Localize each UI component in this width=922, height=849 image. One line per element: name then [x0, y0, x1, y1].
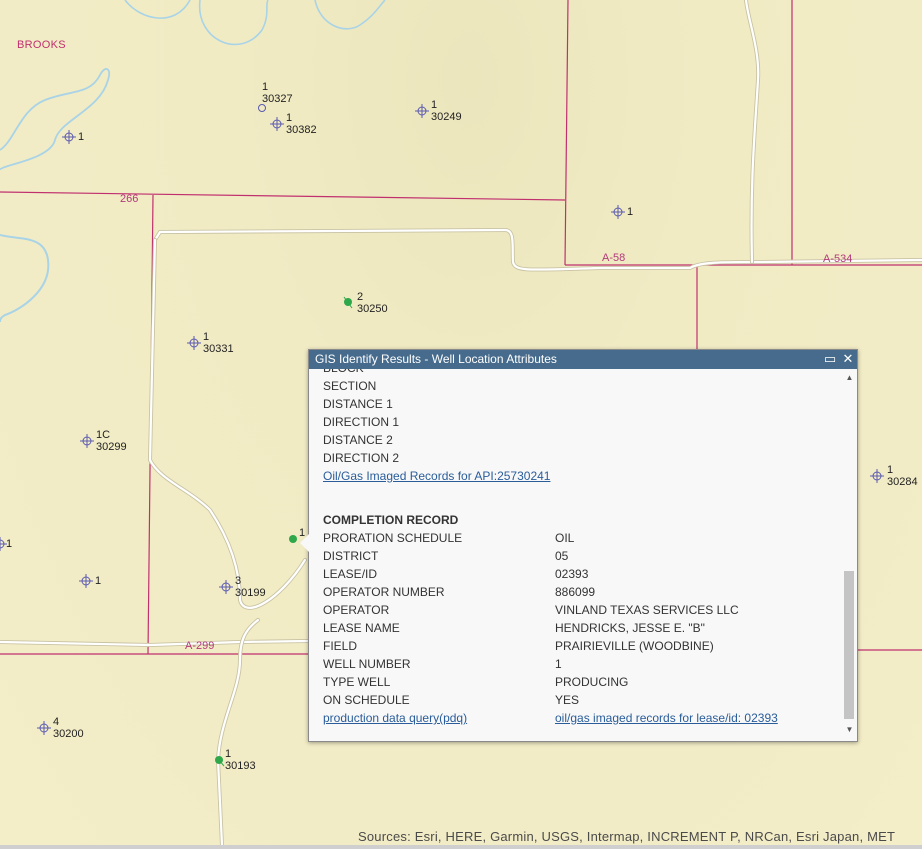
row-proration-schedule: PRORATION SCHEDULE OIL [323, 529, 574, 547]
well-number: 3 [235, 575, 242, 587]
popup-title: GIS Identify Results - Well Location Att… [315, 352, 557, 366]
road-label-a58: A-58 [602, 252, 626, 264]
row-value: HENDRICKS, JESSE E. "B" [555, 621, 705, 635]
row-type-well: TYPE WELL PRODUCING [323, 673, 628, 691]
row-label: WELL NUMBER [323, 657, 411, 671]
road-label-a299: A-299 [185, 640, 215, 652]
popup-scrollbar[interactable]: ▲ ▼ [843, 371, 855, 739]
well-number: 1 [225, 748, 232, 760]
well-label-30299[interactable]: 1C 30299 [96, 429, 127, 453]
row-label: OPERATOR NUMBER [323, 585, 445, 599]
imaged-records-api-link[interactable]: Oil/Gas Imaged Records for API:25730241 [323, 469, 550, 483]
row-field: FIELD PRAIRIEVILLE (WOODBINE) [323, 637, 714, 655]
well-number: 2 [357, 291, 364, 303]
field-direction-1: DIRECTION 1 [323, 415, 400, 429]
links-row: production data query(pdq) oil/gas image… [323, 709, 778, 727]
scroll-up-arrow-icon[interactable]: ▲ [845, 373, 854, 382]
well-number: 1 [627, 206, 634, 218]
well-label-nw[interactable]: 1 [78, 131, 84, 143]
row-label: ON SCHEDULE [323, 693, 410, 707]
well-number: 1C [96, 429, 111, 441]
well-api: 30331 [203, 343, 234, 355]
row-value: VINLAND TEXAS SERVICES LLC [555, 603, 739, 617]
well-number: 1 [95, 575, 102, 587]
row-value: PRAIRIEVILLE (WOODBINE) [555, 639, 714, 653]
well-api: 30193 [225, 760, 256, 772]
row-label: TYPE WELL [323, 675, 391, 689]
completion-record-header: COMPLETION RECORD [323, 513, 459, 527]
field-distance-2: DISTANCE 2 [323, 433, 393, 447]
well-api: 30250 [357, 303, 388, 315]
bottom-strip [0, 845, 922, 849]
map-attribution: Sources: Esri, HERE, Garmin, USGS, Inter… [358, 829, 896, 844]
row-on-schedule: ON SCHEDULE YES [323, 691, 579, 709]
well-api: 30299 [96, 441, 127, 453]
well-label-30331[interactable]: 1 30331 [203, 331, 234, 355]
town-label: BROOKS [17, 39, 66, 51]
maximize-icon[interactable]: ▭ [823, 352, 837, 366]
popup-titlebar[interactable]: GIS Identify Results - Well Location Att… [309, 350, 857, 369]
well-api: 30249 [431, 111, 462, 123]
well-number: 1 [6, 538, 13, 550]
well-number: 1 [262, 81, 269, 93]
row-label: FIELD [323, 639, 358, 653]
row-label: DISTRICT [323, 549, 379, 563]
row-value: YES [555, 693, 580, 707]
well-api: 30200 [53, 728, 84, 740]
well-label-sw[interactable]: 1 [95, 575, 101, 587]
row-value: 05 [555, 549, 569, 563]
row-label: LEASE/ID [323, 567, 378, 581]
row-label: OPERATOR [323, 603, 390, 617]
row-district: DISTRICT 05 [323, 547, 568, 565]
well-number: 1 [286, 112, 293, 124]
well-label-west-edge[interactable]: 1 [6, 538, 12, 550]
row-label: LEASE NAME [323, 621, 400, 635]
well-api: 30382 [286, 124, 317, 136]
field-direction-2: DIRECTION 2 [323, 451, 400, 465]
well-number: 1 [431, 99, 438, 111]
road-label-266: 266 [120, 193, 139, 205]
identify-results-popup[interactable]: GIS Identify Results - Well Location Att… [300, 349, 858, 742]
well-label-30382[interactable]: 1 30382 [286, 112, 317, 136]
well-api: 30327 [262, 93, 293, 105]
well-label-30327[interactable]: 1 30327 [262, 81, 293, 105]
well-label-ne[interactable]: 1 [627, 206, 633, 218]
scroll-down-arrow-icon[interactable]: ▼ [845, 725, 854, 734]
road-label-a534: A-534 [823, 253, 853, 265]
well-label-30200[interactable]: 4 30200 [53, 716, 84, 740]
well-number: 1 [203, 331, 210, 343]
row-lease-name: LEASE NAME HENDRICKS, JESSE E. "B" [323, 619, 705, 637]
row-lease-id: LEASE/ID 02393 [323, 565, 588, 583]
well-number: 4 [53, 716, 60, 728]
well-label-30284[interactable]: 1 30284 [887, 464, 918, 488]
scroll-thumb[interactable] [844, 571, 854, 719]
row-value: 1 [555, 657, 562, 671]
row-value: 886099 [555, 585, 596, 599]
row-value: OIL [555, 531, 575, 545]
well-number: 1 [78, 131, 85, 143]
field-section: SECTION [323, 379, 377, 393]
well-label-30199[interactable]: 3 30199 [235, 575, 266, 599]
lease-imaged-records-link[interactable]: oil/gas imaged records for lease/id: 023… [555, 709, 778, 727]
row-operator-number: OPERATOR NUMBER 886099 [323, 583, 595, 601]
close-icon[interactable]: ✕ [841, 352, 855, 366]
field-distance-1: DISTANCE 1 [323, 397, 393, 411]
row-label: PRORATION SCHEDULE [323, 531, 463, 545]
well-label-30250[interactable]: 2 30250 [357, 291, 388, 315]
row-value: 02393 [555, 567, 589, 581]
well-api: 30284 [887, 476, 918, 488]
well-label-30193[interactable]: 1 30193 [225, 748, 256, 772]
well-label-30249[interactable]: 1 30249 [431, 99, 462, 123]
well-number: 1 [887, 464, 894, 476]
popup-pointer [300, 534, 309, 552]
map-view[interactable]: BROOKS 266 A-58 A-534 A-299 1 30327 1 3038… [0, 0, 922, 849]
well-api: 30199 [235, 587, 266, 599]
row-well-number: WELL NUMBER 1 [323, 655, 562, 673]
popup-content[interactable]: BLOCK SECTION DISTANCE 1 DIRECTION 1 DIS… [309, 369, 843, 741]
row-operator: OPERATOR VINLAND TEXAS SERVICES LLC [323, 601, 739, 619]
row-value: PRODUCING [555, 675, 629, 689]
partial-field-block: BLOCK [323, 369, 364, 377]
pdq-link[interactable]: production data query(pdq) [323, 711, 467, 725]
